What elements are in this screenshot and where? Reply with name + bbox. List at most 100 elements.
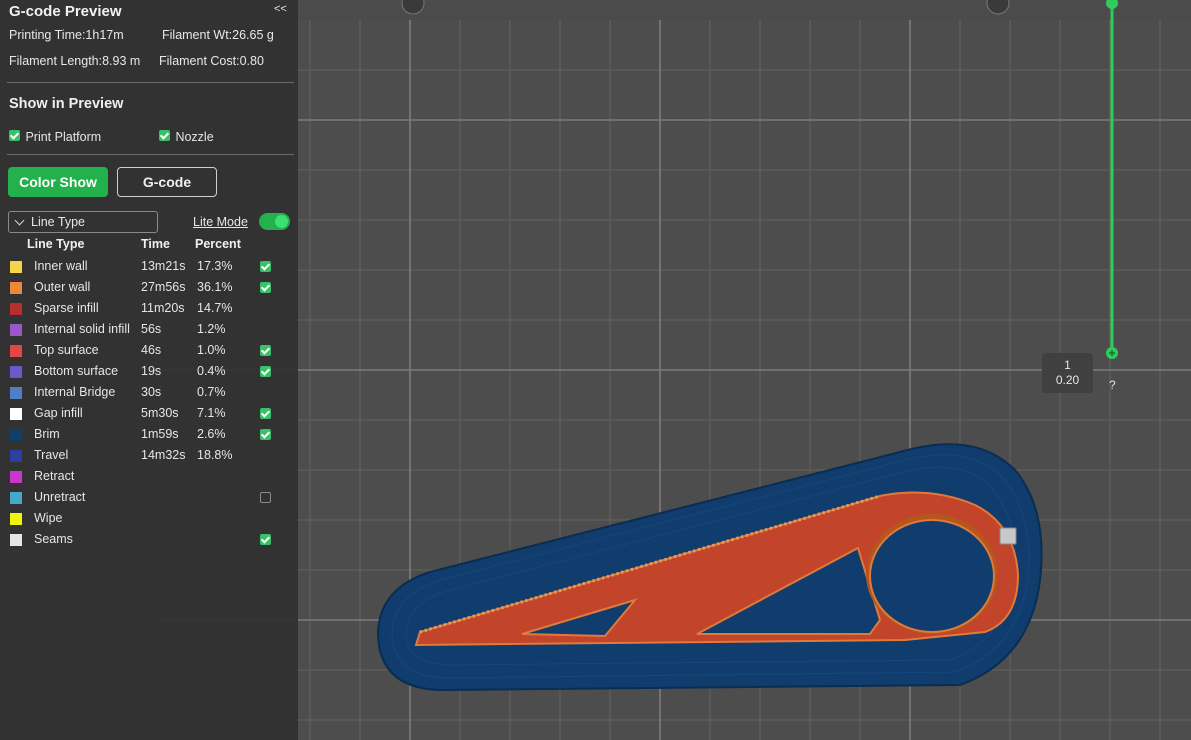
color-swatch	[10, 261, 22, 273]
chevron-down-icon	[14, 215, 25, 226]
line-type-name: Outer wall	[34, 280, 91, 294]
view-type-value: Line Type	[31, 215, 85, 229]
line-type-percent: 2.6%	[197, 427, 226, 441]
table-row[interactable]: Inner wall 13m21s 17.3%	[0, 257, 298, 278]
nozzle-label: Nozzle	[175, 130, 214, 144]
line-type-name: Gap infill	[34, 406, 83, 420]
collapse-panel-button[interactable]: <<	[274, 3, 287, 15]
panel-title: G-code Preview	[9, 3, 122, 20]
line-type-time: 27m56s	[141, 280, 186, 294]
table-row[interactable]: Sparse infill 11m20s 14.7%	[0, 299, 298, 320]
line-type-name: Bottom surface	[34, 364, 119, 378]
checkbox-checked-icon[interactable]	[260, 345, 271, 356]
column-header-percent: Percent	[195, 237, 241, 251]
line-type-time: 19s	[141, 364, 162, 378]
line-type-name: Unretract	[34, 490, 86, 504]
gcode-preview-panel: G-code Preview << Printing Time:1h17m Fi…	[0, 0, 298, 740]
layer-height: 0.20	[1055, 373, 1080, 387]
color-swatch	[10, 282, 22, 294]
line-type-name: Retract	[34, 469, 75, 483]
gcode-button[interactable]: G-code	[117, 167, 217, 197]
printing-time: Printing Time:1h17m	[9, 28, 124, 42]
line-type-name: Top surface	[34, 343, 99, 357]
line-type-name: Brim	[34, 427, 60, 441]
line-type-time: 46s	[141, 343, 162, 357]
layer-readout: 1 0.20	[1042, 353, 1093, 393]
table-row[interactable]: Brim 1m59s 2.6%	[0, 425, 298, 446]
lite-mode-toggle[interactable]	[259, 213, 290, 230]
line-type-time: 5m30s	[141, 406, 179, 420]
seam-marker	[999, 527, 1017, 545]
column-header-time: Time	[141, 237, 170, 251]
table-row[interactable]: Bottom surface 19s 0.4%	[0, 362, 298, 383]
line-type-name: Internal solid infill	[34, 322, 130, 336]
help-icon[interactable]: ?	[1109, 378, 1116, 392]
line-type-name: Sparse infill	[34, 301, 99, 315]
color-swatch	[10, 303, 22, 315]
color-show-button[interactable]: Color Show	[8, 167, 108, 197]
checkbox-checked-icon[interactable]	[260, 429, 271, 440]
layer-slider-top-handle[interactable]	[1106, 0, 1118, 9]
color-swatch	[10, 429, 22, 441]
line-type-percent: 1.0%	[197, 343, 226, 357]
checkbox-checked-icon[interactable]	[260, 534, 271, 545]
line-type-percent: 36.1%	[197, 280, 233, 294]
color-swatch	[10, 492, 22, 504]
line-type-name: Internal Bridge	[34, 385, 116, 399]
line-type-time: 56s	[141, 322, 162, 336]
nozzle-toggle[interactable]: Nozzle	[159, 128, 214, 146]
line-type-time: 30s	[141, 385, 162, 399]
view-type-select[interactable]: Line Type	[8, 211, 158, 233]
plate-hole	[986, 0, 1010, 15]
line-type-percent: 17.3%	[197, 259, 233, 273]
color-swatch	[10, 345, 22, 357]
table-row[interactable]: Seams	[0, 530, 298, 551]
checkbox-checked-icon[interactable]	[260, 282, 271, 293]
checkbox-checked-icon[interactable]	[260, 366, 271, 377]
line-type-name: Wipe	[34, 511, 63, 525]
color-swatch	[10, 513, 22, 525]
line-type-time: 1m59s	[141, 427, 179, 441]
checkbox-checked-icon[interactable]	[260, 261, 271, 272]
line-type-time: 14m32s	[141, 448, 186, 462]
line-type-name: Seams	[34, 532, 73, 546]
show-in-preview-title: Show in Preview	[9, 96, 124, 112]
checkbox-unchecked-icon[interactable]	[260, 492, 271, 503]
table-row[interactable]: Top surface 46s 1.0%	[0, 341, 298, 362]
line-type-percent: 0.4%	[197, 364, 226, 378]
line-type-percent: 7.1%	[197, 406, 226, 420]
lite-mode-label[interactable]: Lite Mode	[193, 215, 248, 229]
filament-weight: Filament Wt:26.65 g	[162, 28, 274, 42]
table-row[interactable]: Retract	[0, 467, 298, 488]
checkbox-checked-icon[interactable]	[159, 130, 170, 141]
color-swatch	[10, 324, 22, 336]
line-type-percent: 14.7%	[197, 301, 233, 315]
line-type-percent: 1.2%	[197, 322, 226, 336]
line-type-percent: 0.7%	[197, 385, 226, 399]
table-row[interactable]: Travel 14m32s 18.8%	[0, 446, 298, 467]
table-row[interactable]: Internal Bridge 30s 0.7%	[0, 383, 298, 404]
table-row[interactable]: Outer wall 27m56s 36.1%	[0, 278, 298, 299]
print-platform-toggle[interactable]: Print Platform	[9, 128, 101, 146]
color-swatch	[10, 387, 22, 399]
line-type-percent: 18.8%	[197, 448, 233, 462]
toggle-knob	[275, 215, 288, 228]
table-row[interactable]: Unretract	[0, 488, 298, 509]
table-row[interactable]: Internal solid infill 56s 1.2%	[0, 320, 298, 341]
column-header-line-type: Line Type	[27, 237, 85, 251]
plate-hole	[401, 0, 425, 15]
table-row[interactable]: Gap infill 5m30s 7.1%	[0, 404, 298, 425]
color-swatch	[10, 471, 22, 483]
filament-length: Filament Length:8.93 m	[9, 54, 141, 68]
line-type-time: 13m21s	[141, 259, 186, 273]
layer-number: 1	[1064, 358, 1071, 372]
color-swatch	[10, 534, 22, 546]
line-type-name: Travel	[34, 448, 69, 462]
table-row[interactable]: Wipe	[0, 509, 298, 530]
color-swatch	[10, 450, 22, 462]
print-platform-label: Print Platform	[25, 130, 102, 144]
line-type-name: Inner wall	[34, 259, 88, 273]
checkbox-checked-icon[interactable]	[9, 130, 20, 141]
color-swatch	[10, 366, 22, 378]
checkbox-checked-icon[interactable]	[260, 408, 271, 419]
